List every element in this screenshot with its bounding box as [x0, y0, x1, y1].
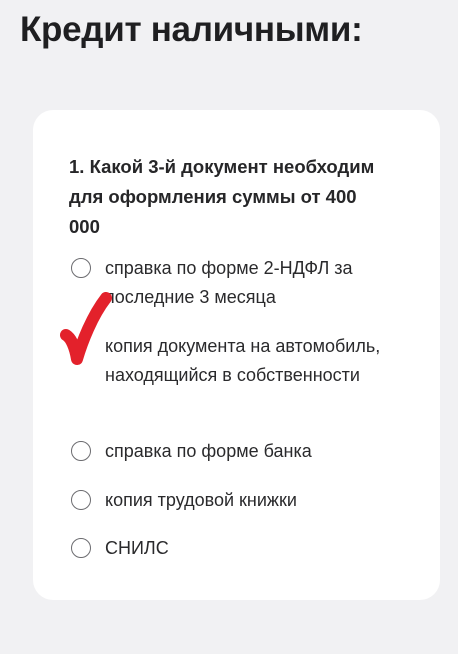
radio-button[interactable] — [71, 441, 91, 461]
radio-button[interactable] — [71, 538, 91, 558]
question-card: 1. Какой 3-й документ необходим для офор… — [33, 110, 440, 600]
answer-option-work-book[interactable]: копия трудовой книжки — [71, 486, 395, 515]
radio-button[interactable] — [71, 490, 91, 510]
answer-option-bank-form[interactable]: справка по форме банка — [71, 437, 395, 466]
answer-option-label: справка по форме банка — [105, 441, 312, 461]
page-title: Кредит наличными: — [20, 10, 363, 49]
answer-option-label: копия документа на автомобиль, находящий… — [105, 336, 381, 385]
radio-button[interactable] — [71, 258, 91, 278]
answer-option-label: справка по форме 2-НДФЛ за последние 3 м… — [105, 258, 353, 307]
screen: Кредит наличными: 1. Какой 3-й документ … — [0, 0, 458, 654]
answer-option-2ndfl[interactable]: справка по форме 2-НДФЛ за последние 3 м… — [71, 254, 395, 312]
answer-option-label: СНИЛС — [105, 538, 169, 558]
answer-option-label: копия трудовой книжки — [105, 490, 297, 510]
question-text: 1. Какой 3-й документ необходим для офор… — [69, 156, 375, 237]
answer-option-snils[interactable]: СНИЛС — [71, 534, 395, 563]
answer-option-car-document[interactable]: копия документа на автомобиль, находящий… — [71, 332, 395, 390]
